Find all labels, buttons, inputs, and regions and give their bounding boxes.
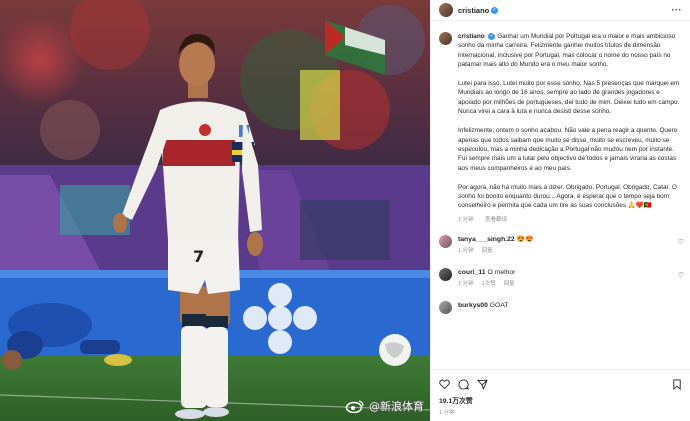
author-avatar[interactable]: [439, 3, 453, 17]
comment-like-icon[interactable]: ♡: [678, 271, 684, 279]
caption-meta: 1 分钟 查看翻译: [458, 215, 680, 223]
reply-link[interactable]: 回复: [482, 248, 493, 254]
verified-badge-icon: ✓: [491, 6, 499, 14]
comment-text: O melhor: [487, 268, 516, 276]
translate-link[interactable]: 查看翻译: [485, 217, 507, 223]
commenter-username[interactable]: couri_11: [458, 269, 486, 276]
more-options-icon[interactable]: ···: [672, 5, 683, 15]
verified-badge-icon: ✓: [488, 32, 496, 40]
like-heart-icon[interactable]: [439, 379, 450, 389]
post-header: cristiano ✓ ···: [431, 0, 690, 21]
comment-likes[interactable]: 1次赞: [482, 281, 496, 287]
bookmark-icon[interactable]: [672, 378, 682, 390]
caption-paragraph: cristiano ✓ Ganhar um Mundial por Portug…: [458, 32, 676, 68]
post-photo-image: 7: [0, 0, 430, 421]
caption-paragraph: Infelizmente, ontem o sonho acabou. Não …: [458, 127, 678, 172]
reply-link[interactable]: 回复: [504, 281, 515, 287]
caption-avatar[interactable]: [439, 32, 452, 45]
comment-time: 1 分钟: [458, 247, 474, 254]
like-count[interactable]: 19.1万次赞: [431, 392, 690, 405]
caption-paragraph: Lutei para isso. Lutei muito por esse so…: [458, 80, 680, 116]
comment-time: 1 分钟: [458, 280, 474, 287]
caption-time: 1 分钟: [458, 216, 474, 223]
post-time: 1 分钟: [439, 410, 455, 416]
caption-username[interactable]: cristiano: [458, 33, 485, 40]
comment-text: 😍😍: [516, 235, 534, 243]
commenter-username[interactable]: tanya___singh.22: [458, 236, 515, 243]
watermark-text: @新浪体育: [369, 400, 424, 413]
commenter-avatar[interactable]: [439, 234, 452, 248]
comment-icon[interactable]: [458, 378, 469, 390]
caption-paragraph: Por agora, não há muito mais a dizer. Ob…: [458, 183, 677, 210]
post-sidebar: cristiano ✓ ··· cristiano ✓ Ganhar um Mu…: [430, 0, 690, 421]
commenter-avatar[interactable]: [439, 267, 452, 281]
comment-text: GOAT: [489, 301, 509, 309]
share-icon[interactable]: [477, 379, 488, 390]
comment-item: couri_11 O melhor 1 分钟 1次赞 回复 ♡: [431, 267, 690, 289]
caption: cristiano ✓ Ganhar um Mundial por Portug…: [431, 26, 690, 223]
commenter-username[interactable]: burkys00: [458, 302, 488, 309]
commenter-avatar[interactable]: [439, 300, 452, 314]
comment-like-icon[interactable]: ♡: [678, 238, 684, 246]
comment-item: tanya___singh.22 😍😍 1 分钟 回复 ♡: [431, 234, 690, 256]
author-username[interactable]: cristiano: [458, 6, 489, 15]
shorts-number: 7: [193, 247, 204, 266]
post-photo[interactable]: 7 @新浪体育: [0, 0, 430, 421]
comments-scroll-area[interactable]: cristiano ✓ Ganhar um Mundial por Portug…: [431, 26, 690, 370]
weibo-logo-icon: [345, 400, 364, 413]
comment-item: burkys00 GOAT: [431, 300, 690, 314]
post-actions: 19.1万次赞 1 分钟: [431, 369, 690, 421]
watermark: @新浪体育: [345, 398, 424, 414]
